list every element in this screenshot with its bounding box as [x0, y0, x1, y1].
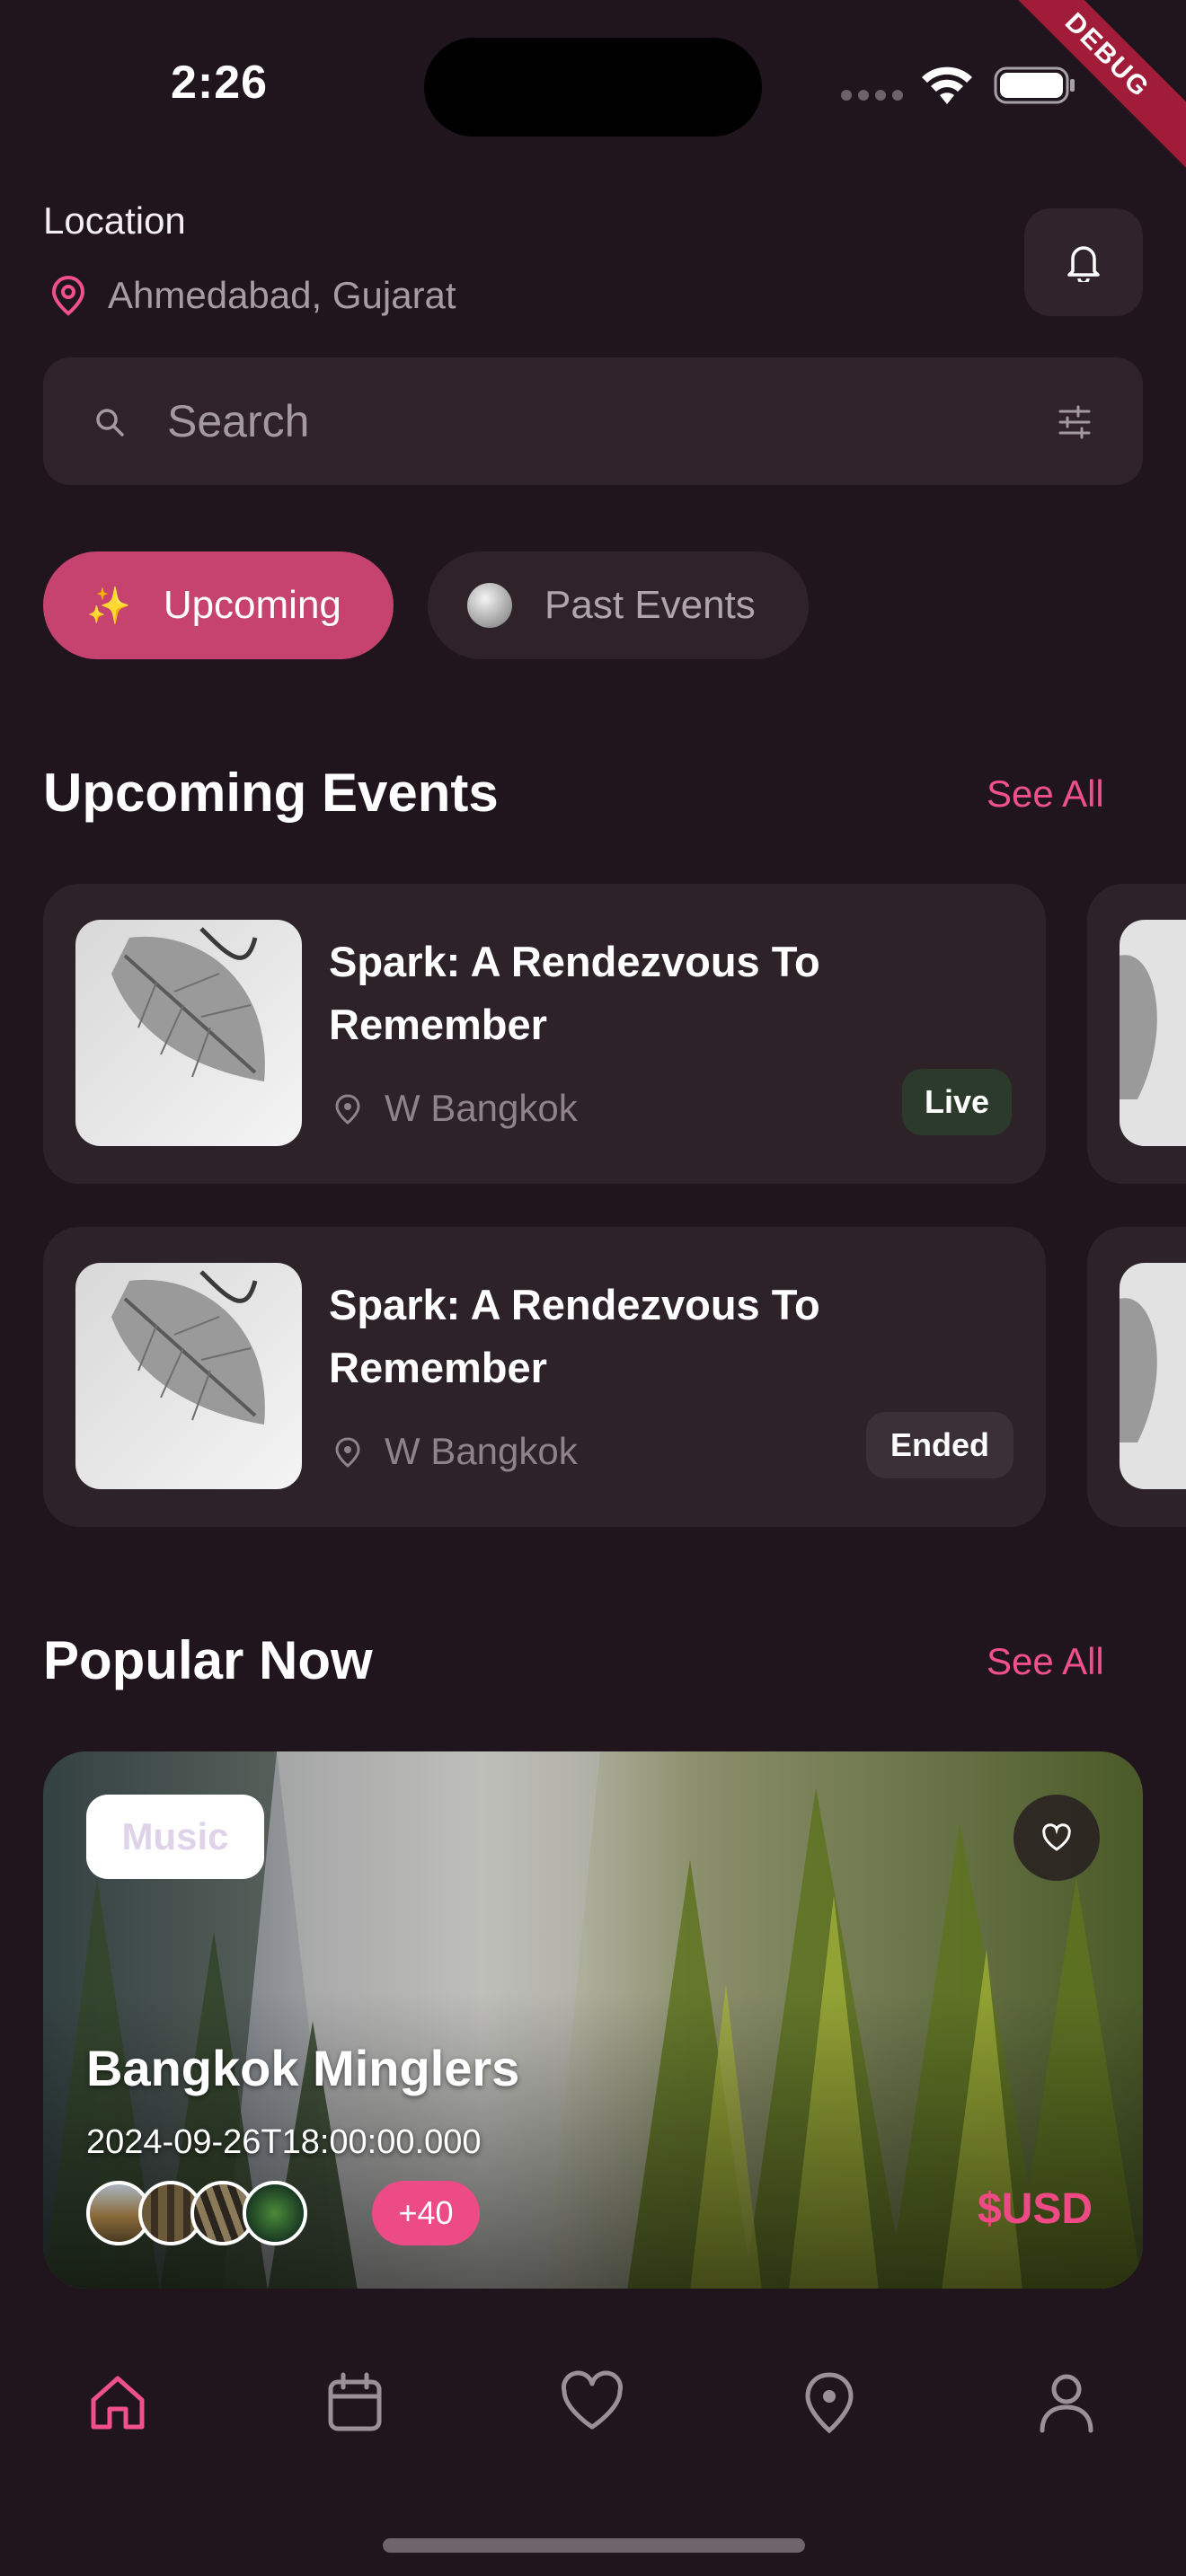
- location-pin-icon: [51, 275, 85, 316]
- search-input[interactable]: [167, 392, 976, 451]
- upcoming-events-title: Upcoming Events: [43, 763, 499, 823]
- event-venue: W Bangkok: [385, 1087, 578, 1129]
- event-thumbnail: [75, 920, 302, 1146]
- search-icon: [96, 409, 124, 437]
- status-time: 2:26: [171, 57, 269, 109]
- bell-icon: [1067, 246, 1100, 282]
- event-venue: W Bangkok: [385, 1430, 578, 1472]
- chip-upcoming[interactable]: ✨ Upcoming: [43, 551, 394, 659]
- event-thumbnail: [1120, 1263, 1186, 1489]
- popular-event-title: Bangkok Minglers: [86, 2040, 520, 2096]
- event-thumbnail: [75, 1263, 302, 1489]
- event-thumbnail: [1120, 920, 1186, 1146]
- location-label: Location: [43, 199, 186, 242]
- event-card[interactable]: Spark: A Rendezvous To Remember W Bangko…: [43, 884, 1046, 1184]
- event-title: Spark: A Rendezvous To Remember: [329, 1281, 820, 1391]
- popular-event-date: 2024-09-26T18:00:00.000: [86, 2123, 482, 2161]
- event-price: $USD: [978, 2185, 1093, 2233]
- favorite-button[interactable]: [1013, 1795, 1100, 1881]
- category-tag: Music: [86, 1795, 264, 1879]
- event-card-peek[interactable]: [1087, 884, 1186, 1184]
- dynamic-island: [424, 38, 762, 137]
- orb-icon: [467, 583, 512, 628]
- filter-icon[interactable]: [1057, 404, 1093, 440]
- location-value[interactable]: Ahmedabad, Gujarat: [108, 274, 456, 317]
- wifi-icon: [922, 66, 972, 104]
- upcoming-see-all-link[interactable]: See All: [987, 772, 1104, 816]
- attendee-avatars: [86, 2181, 307, 2245]
- home-icon[interactable]: [84, 2369, 151, 2436]
- home-indicator: [383, 2538, 805, 2553]
- status-badge: Live: [902, 1069, 1012, 1135]
- chip-upcoming-label: Upcoming: [163, 583, 341, 627]
- cellular-signal-icon: [841, 90, 903, 101]
- heart-icon[interactable]: [559, 2369, 625, 2436]
- location-pin-icon: [335, 1437, 360, 1468]
- sparkles-icon: ✨: [86, 586, 131, 626]
- map-pin-icon[interactable]: [796, 2369, 863, 2436]
- popular-see-all-link[interactable]: See All: [987, 1640, 1104, 1683]
- popular-now-title: Popular Now: [43, 1630, 373, 1690]
- profile-icon[interactable]: [1033, 2369, 1100, 2436]
- status-badge: Ended: [866, 1412, 1013, 1478]
- event-title: Spark: A Rendezvous To Remember: [329, 938, 820, 1048]
- chip-past-events[interactable]: Past Events: [428, 551, 809, 659]
- event-card[interactable]: Spark: A Rendezvous To Remember W Bangko…: [43, 1227, 1046, 1527]
- heart-icon: [1042, 1823, 1071, 1851]
- location-pin-icon: [335, 1094, 360, 1125]
- event-card-peek[interactable]: [1087, 1227, 1186, 1527]
- calendar-icon[interactable]: [322, 2369, 388, 2436]
- notifications-button[interactable]: [1024, 208, 1143, 316]
- chip-past-events-label: Past Events: [544, 583, 756, 627]
- attendees-count-badge: +40: [372, 2181, 480, 2245]
- avatar: [243, 2181, 307, 2245]
- battery-icon: [994, 66, 1075, 104]
